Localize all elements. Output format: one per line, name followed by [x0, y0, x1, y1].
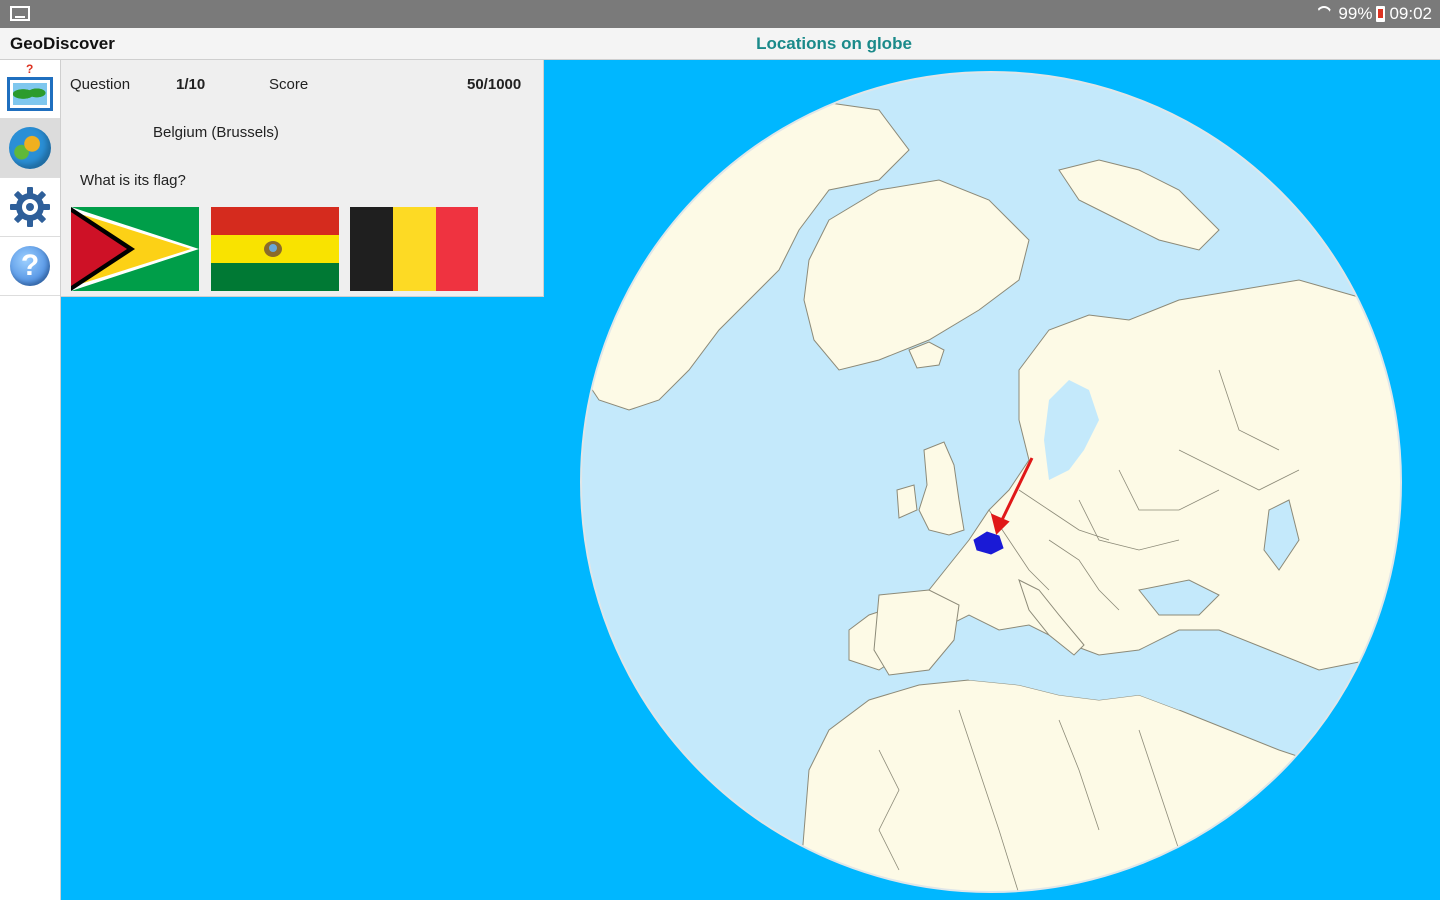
flag-option-bolivia[interactable]: [211, 207, 339, 291]
question-label: Question: [70, 76, 131, 93]
guyana-flag-icon: [71, 207, 199, 291]
sidebar-item-map-quiz[interactable]: ?: [0, 60, 60, 119]
belgium-flag-icon: [350, 207, 478, 291]
page-title: Locations on globe: [756, 34, 912, 53]
sidebar-item-settings[interactable]: [0, 178, 60, 237]
country-name: Belgium (Brussels): [153, 124, 279, 141]
globe-icon: [9, 127, 51, 169]
bolivia-flag-icon: [211, 207, 339, 291]
score-label: Score: [269, 76, 309, 93]
battery-percent: 99%: [1338, 4, 1373, 23]
globe[interactable]: [579, 70, 1403, 894]
title-bar: GeoDiscover Locations on globe: [0, 28, 1440, 60]
gear-icon: [9, 186, 51, 228]
status-bar: 99% 09:02: [0, 0, 1440, 28]
wifi-icon: [1316, 6, 1334, 22]
sidebar-item-globe-quiz[interactable]: [0, 119, 60, 178]
help-icon: ?: [10, 246, 50, 286]
screenshot-notification-icon: [10, 6, 30, 21]
map-pin-icon: ?: [26, 62, 34, 76]
score-value: 50/1000: [467, 76, 522, 93]
question-counter: 1/10: [176, 76, 206, 93]
status-indicators: 99% 09:02: [1316, 4, 1432, 24]
map-quiz-icon: [7, 77, 53, 111]
clock: 09:02: [1389, 4, 1432, 23]
flag-option-guyana[interactable]: [71, 207, 199, 291]
flag-option-belgium[interactable]: [350, 207, 478, 291]
question-prompt: What is its flag?: [80, 172, 186, 189]
battery-icon: [1376, 6, 1386, 22]
quiz-panel: Question 1/10 Score 50/1000 Belgium (Bru…: [61, 60, 544, 297]
sidebar-item-help[interactable]: ?: [0, 237, 60, 296]
sidebar: ? ?: [0, 60, 61, 900]
